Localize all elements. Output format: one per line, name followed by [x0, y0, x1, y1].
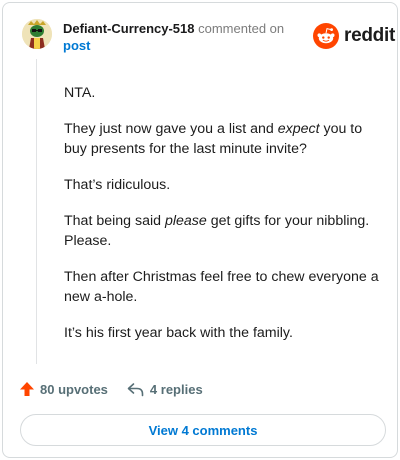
- upvote-count: 80 upvotes: [40, 381, 108, 397]
- comment-paragraph: It’s his first year back with the family…: [64, 325, 293, 341]
- comment-body: NTA. They just now gave you a list and ex…: [64, 83, 382, 359]
- comment-header: Defiant-Currency-518 commented on: [63, 21, 284, 36]
- upvote-button[interactable]: 80 upvotes: [19, 381, 108, 397]
- post-link[interactable]: post: [63, 38, 90, 53]
- comment-paragraph: That’s ridiculous.: [64, 177, 171, 193]
- username[interactable]: Defiant-Currency-518: [63, 21, 195, 36]
- comment-paragraph: That being said please get gifts for you…: [64, 213, 370, 249]
- view-comments-button[interactable]: View 4 comments: [20, 414, 386, 446]
- commented-on-text: commented on: [198, 21, 285, 36]
- reddit-snoo-icon: [313, 23, 339, 49]
- comment-paragraph: They just now gave you a list and expect…: [64, 121, 363, 157]
- reply-count: 4 replies: [149, 381, 203, 397]
- comment-card: Defiant-Currency-518 commented on post r…: [2, 2, 398, 458]
- reddit-logo[interactable]: reddit: [313, 23, 395, 49]
- thread-line[interactable]: [36, 59, 37, 364]
- emphasis-text: please: [164, 213, 207, 229]
- avatar[interactable]: [22, 19, 52, 49]
- reply-arrow-icon: [127, 382, 144, 396]
- avatar-image: [22, 19, 52, 49]
- emphasis-text: expect: [277, 121, 320, 137]
- comment-paragraph: Then after Christmas feel free to chew e…: [64, 269, 379, 305]
- comment-paragraph: NTA.: [64, 85, 96, 101]
- reddit-wordmark: reddit: [344, 25, 395, 46]
- reply-button[interactable]: 4 replies: [127, 382, 203, 397]
- comment-actions: 80 upvotes 4 replies: [19, 379, 203, 399]
- upvote-arrow-icon[interactable]: [19, 381, 35, 397]
